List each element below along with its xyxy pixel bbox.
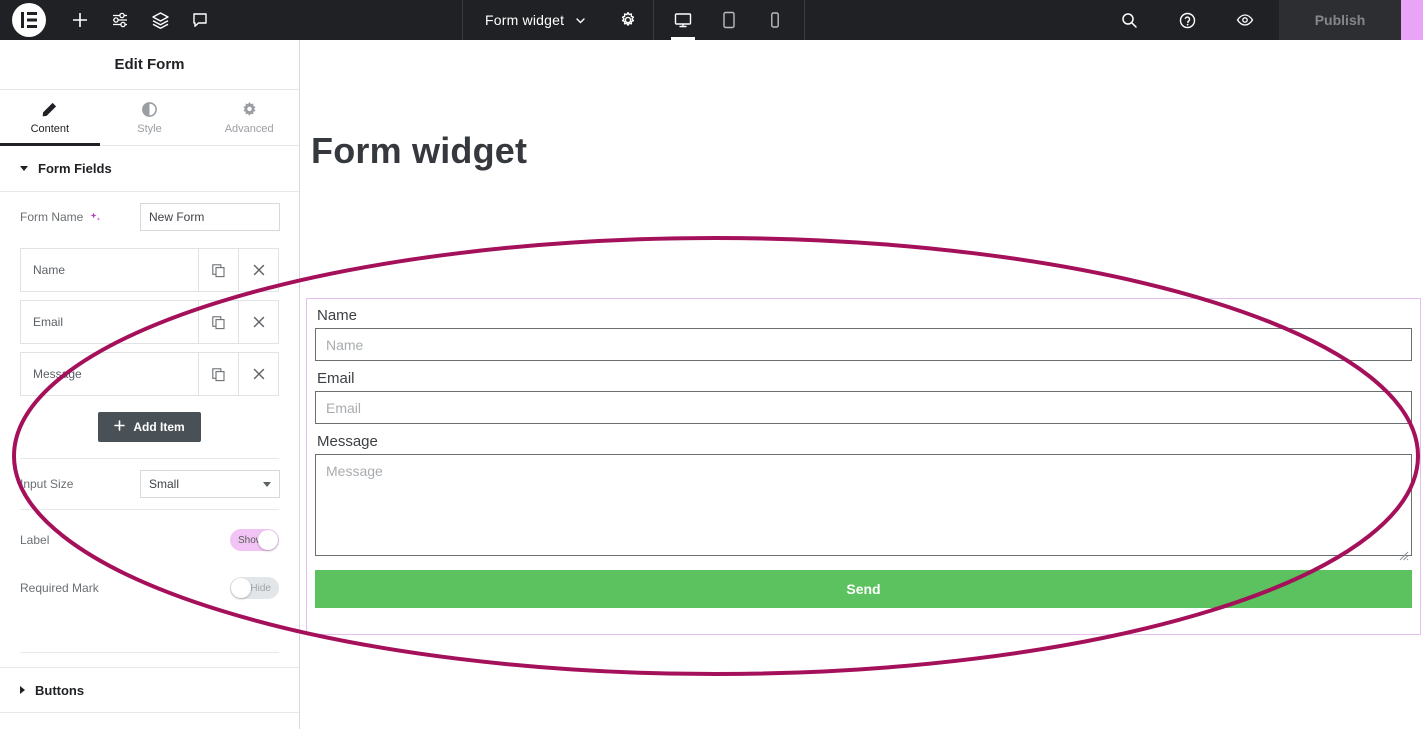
duplicate-icon[interactable] xyxy=(198,353,238,395)
tab-style-label: Style xyxy=(137,122,162,135)
top-toolbar: Form widget Publish xyxy=(0,0,1423,40)
tab-content-label: Content xyxy=(30,122,70,135)
required-mark-toggle[interactable]: Hide xyxy=(230,577,279,599)
device-desktop-button[interactable] xyxy=(668,0,698,40)
eye-preview-icon[interactable] xyxy=(1225,0,1265,40)
gear-icon xyxy=(241,101,258,118)
input-size-value[interactable]: Small xyxy=(140,470,280,498)
tab-content[interactable]: Content xyxy=(0,90,100,146)
section-form-fields[interactable]: Form Fields xyxy=(0,146,299,192)
divider xyxy=(20,509,279,510)
preview-canvas: Form widget Name Email Message Send xyxy=(301,40,1423,729)
device-tablet-button[interactable] xyxy=(714,0,744,40)
label-toggle-label: Label xyxy=(20,533,50,547)
panel-title: Edit Form xyxy=(114,56,185,73)
editor-panel: Edit Form Content Style Advanced Form Fi… xyxy=(0,40,300,729)
section-form-fields-title: Form Fields xyxy=(38,161,112,176)
tab-style[interactable]: Style xyxy=(100,90,200,145)
layers-icon[interactable] xyxy=(140,0,180,40)
duplicate-icon[interactable] xyxy=(198,301,238,343)
textarea-resize-grip[interactable] xyxy=(1399,548,1409,561)
duplicate-icon[interactable] xyxy=(198,249,238,291)
name-input[interactable] xyxy=(315,328,1412,361)
document-title[interactable]: Form widget xyxy=(485,12,564,28)
close-x-icon[interactable] xyxy=(238,249,278,291)
ai-sparkle-icon[interactable] xyxy=(89,211,102,224)
add-item-button[interactable]: Add Item xyxy=(98,412,201,442)
email-input[interactable] xyxy=(315,391,1412,424)
input-size-select[interactable]: Small xyxy=(140,470,280,498)
form-field-row-name[interactable]: Name xyxy=(20,248,279,292)
page-title: Form widget xyxy=(311,130,528,171)
close-x-icon[interactable] xyxy=(238,353,278,395)
tab-advanced-label: Advanced xyxy=(224,122,274,135)
caret-down-icon xyxy=(20,166,28,171)
message-textarea[interactable] xyxy=(315,454,1412,556)
input-size-label: Input Size xyxy=(20,477,74,491)
input-size-row: Input Size Small xyxy=(0,459,299,509)
publish-options-strip[interactable] xyxy=(1401,0,1423,40)
required-mark-label: Required Mark xyxy=(20,581,99,595)
device-mobile-button[interactable] xyxy=(760,0,790,40)
close-x-icon[interactable] xyxy=(238,301,278,343)
toolbar-right-group: Publish xyxy=(1109,0,1423,40)
form-widget[interactable]: Name Email Message Send xyxy=(306,298,1421,635)
publish-button[interactable]: Publish xyxy=(1279,0,1401,40)
search-icon[interactable] xyxy=(1109,0,1149,40)
caret-right-icon xyxy=(20,686,25,694)
field-title[interactable]: Email xyxy=(21,301,198,343)
form-field-row-email[interactable]: Email xyxy=(20,300,279,344)
add-item-label: Add Item xyxy=(133,420,185,434)
send-button[interactable]: Send xyxy=(315,570,1412,608)
panel-tabs: Content Style Advanced xyxy=(0,90,299,146)
divider xyxy=(20,652,279,653)
pencil-icon xyxy=(41,101,58,118)
chevron-down-icon xyxy=(263,482,271,487)
form-fields-repeater: Name Email Message xyxy=(0,242,299,396)
tab-advanced[interactable]: Advanced xyxy=(199,90,299,145)
plus-icon xyxy=(114,420,126,434)
form-field-row-message[interactable]: Message xyxy=(20,352,279,396)
toggle-knob xyxy=(231,578,251,598)
panel-header: Edit Form xyxy=(0,40,299,90)
form-name-input[interactable] xyxy=(140,203,280,231)
section-buttons[interactable]: Buttons xyxy=(0,667,299,713)
form-name-label: Form Name xyxy=(20,210,140,224)
section-buttons-title: Buttons xyxy=(35,682,85,698)
form-name-row: Form Name xyxy=(0,192,299,242)
sliders-icon[interactable] xyxy=(100,0,140,40)
toggle-knob xyxy=(258,530,278,550)
document-group: Form widget xyxy=(463,0,653,40)
add-item-wrap: Add Item xyxy=(0,404,299,458)
field-title[interactable]: Name xyxy=(21,249,198,291)
toolbar-center-group: Form widget xyxy=(463,0,806,40)
field-title[interactable]: Message xyxy=(21,353,198,395)
gear-icon[interactable] xyxy=(619,11,637,29)
plus-icon[interactable] xyxy=(60,0,100,40)
field-label-name: Name xyxy=(317,307,358,324)
comment-bubble-icon[interactable] xyxy=(180,0,220,40)
half-circle-icon xyxy=(141,101,158,118)
toolbar-left-group xyxy=(0,0,220,40)
label-toggle[interactable]: Show xyxy=(230,529,279,551)
chevron-down-icon[interactable] xyxy=(574,14,587,27)
help-circle-icon[interactable] xyxy=(1167,0,1207,40)
elementor-logo-icon[interactable] xyxy=(12,3,46,37)
label-toggle-row: Label Show xyxy=(0,522,299,558)
field-label-email: Email xyxy=(317,370,355,387)
required-mark-row: Required Mark Hide xyxy=(0,570,299,606)
field-label-message: Message xyxy=(317,433,378,450)
responsive-device-group xyxy=(654,0,804,40)
